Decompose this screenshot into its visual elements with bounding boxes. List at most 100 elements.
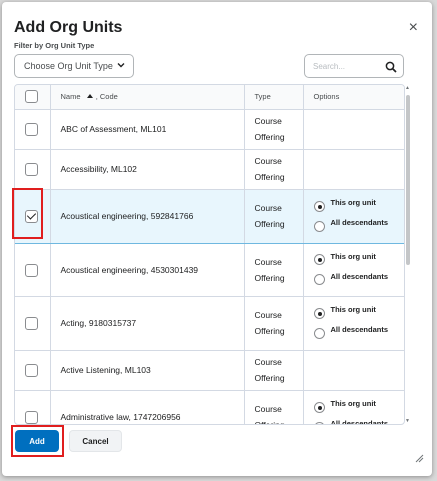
search-icon[interactable]: [385, 60, 397, 78]
radio-all-descendants[interactable]: All descendants: [313, 216, 405, 236]
row-options: This org unit All descendants: [303, 296, 405, 351]
row-type-line1: Course: [254, 256, 282, 267]
org-unit-type-select-value: Choose Org Unit Type: [24, 61, 113, 71]
row-name: Administrative law, 1747206956: [50, 390, 245, 424]
radio-all-descendants[interactable]: All descendants: [313, 417, 405, 425]
row-type-line1: Course: [254, 357, 282, 367]
row-type: Course Offering: [244, 243, 304, 297]
name-column-header[interactable]: Name , Code: [50, 85, 245, 110]
radio-button[interactable]: [313, 401, 325, 413]
row-type-line2: Offering: [254, 272, 285, 283]
row-type-line2: Offering: [254, 373, 285, 383]
row-options: [303, 350, 404, 391]
add-button[interactable]: Add: [15, 430, 59, 452]
table-row[interactable]: Accessibility, ML102 Course Offering: [15, 149, 404, 190]
row-name: Acoustical engineering, 592841766: [50, 188, 245, 244]
scroll-up-icon[interactable]: ▲: [405, 85, 410, 91]
radio-all-descendants[interactable]: All descendants: [313, 323, 405, 343]
table-header-row: Name , Code Type Options: [15, 85, 404, 110]
radio-button[interactable]: [313, 274, 325, 285]
row-type: Course Offering: [244, 296, 304, 351]
radio-label: All descendants: [330, 419, 389, 425]
search-box: [304, 54, 404, 78]
table-row[interactable]: Acting, 9180315737 Course Offering This org…: [15, 296, 405, 351]
row-type-line1: Course: [254, 203, 282, 213]
table-row[interactable]: Acoustical engineering, 4530301439 Course…: [15, 243, 405, 297]
radio-label: All descendants: [330, 271, 389, 281]
row-checkbox-cell: [15, 188, 51, 244]
dialog-title: Add Org Units: [14, 19, 123, 36]
options-column-header: Options: [303, 85, 404, 110]
select-all-checkbox[interactable]: [25, 90, 38, 104]
radio-button[interactable]: [313, 307, 325, 319]
row-name: Accessibility, ML102: [50, 149, 245, 190]
row-checkbox[interactable]: [25, 263, 38, 277]
select-all-header: [15, 85, 51, 110]
row-checkbox[interactable]: [25, 163, 38, 177]
search-input[interactable]: [313, 61, 383, 71]
row-type: Course Offering: [244, 390, 304, 425]
radio-button[interactable]: [313, 327, 325, 339]
cancel-button[interactable]: Cancel: [69, 430, 122, 452]
org-units-table: Name , Code Type Options ABC of Assessme…: [14, 84, 405, 425]
row-checkbox-cell: [15, 296, 51, 351]
add-org-units-dialog: Add Org Units × Filter by Org Unit Type …: [2, 2, 432, 476]
row-options: [303, 149, 404, 190]
row-type-line1: Course: [254, 156, 282, 166]
row-checkbox[interactable]: [25, 123, 38, 137]
resize-handle-icon[interactable]: [415, 450, 424, 468]
radio-this-org-unit[interactable]: This org unit: [313, 397, 405, 417]
row-checkbox-cell: [15, 243, 51, 297]
radio-label: All descendants: [330, 218, 389, 227]
row-type-line2: Offering: [254, 132, 285, 142]
row-options: This org unit All descendants: [303, 188, 405, 244]
radio-this-org-unit[interactable]: This org unit: [313, 303, 405, 323]
scrollbar-thumb[interactable]: [406, 95, 410, 265]
radio-label: This org unit: [330, 198, 376, 207]
row-name: Acting, 9180315737: [50, 296, 245, 351]
radio-button[interactable]: [313, 421, 325, 424]
row-options: This org unit All descendants: [303, 390, 405, 425]
org-unit-type-select[interactable]: Choose Org Unit Type: [14, 54, 134, 78]
type-column-header: Type: [244, 85, 304, 110]
row-checkbox-cell: [15, 350, 51, 391]
row-name: Acoustical engineering, 4530301439: [50, 243, 245, 297]
close-icon[interactable]: ×: [409, 20, 418, 36]
radio-label: This org unit: [330, 251, 376, 261]
radio-all-descendants[interactable]: All descendants: [313, 270, 405, 290]
row-type-line2: Offering: [254, 326, 285, 336]
radio-button[interactable]: [313, 254, 325, 265]
row-checkbox-cell: [15, 149, 51, 190]
radio-button[interactable]: [313, 220, 325, 232]
table-row[interactable]: Active Listening, ML103 Course Offering: [15, 350, 404, 391]
row-type: Course Offering: [244, 109, 304, 150]
radio-label: This org unit: [330, 399, 376, 408]
row-type-line1: Course: [254, 310, 282, 320]
name-header-label: Name: [60, 92, 81, 102]
row-checkbox-cell: [15, 390, 51, 424]
radio-this-org-unit[interactable]: This org unit: [313, 196, 405, 216]
row-type-line2: Offering: [254, 172, 285, 182]
filter-label: Filter by Org Unit Type: [14, 41, 95, 50]
table-row[interactable]: ABC of Assessment, ML101 Course Offering: [15, 109, 404, 150]
row-checkbox[interactable]: [25, 364, 38, 378]
table-row[interactable]: Administrative law, 1747206956 Course Offe…: [15, 390, 405, 425]
row-type-line1: Course: [254, 404, 282, 414]
row-type-line2: Offering: [254, 420, 285, 425]
table-scrollbar[interactable]: ▲ ▼: [405, 85, 411, 426]
row-name: ABC of Assessment, ML101: [50, 109, 245, 150]
row-checkbox[interactable]: [25, 210, 38, 224]
radio-label: This org unit: [330, 305, 376, 314]
scroll-down-icon[interactable]: ▼: [405, 418, 410, 424]
row-type: Course Offering: [244, 188, 304, 244]
row-checkbox[interactable]: [25, 317, 38, 331]
row-options: This org unit All descendants: [303, 243, 405, 297]
row-checkbox[interactable]: [25, 411, 38, 424]
radio-this-org-unit[interactable]: This org unit: [313, 250, 405, 270]
table-row[interactable]: Acoustical engineering, 592841766 Course O…: [15, 188, 405, 244]
row-options: [303, 109, 404, 150]
row-name: Active Listening, ML103: [50, 350, 245, 391]
radio-button[interactable]: [313, 200, 325, 212]
row-checkbox-cell: [15, 109, 51, 150]
sort-ascending-icon: [86, 94, 93, 99]
